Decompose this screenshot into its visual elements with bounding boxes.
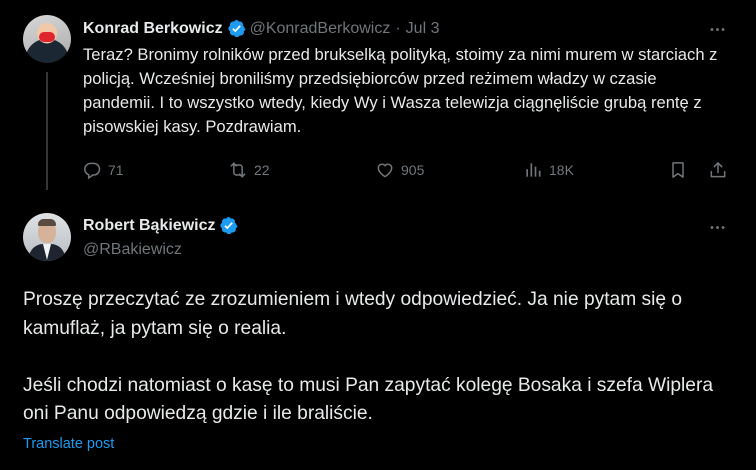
tweet-header: Robert Bąkiewicz (83, 216, 238, 235)
verified-badge-icon[interactable] (227, 19, 246, 38)
repost-count: 22 (254, 162, 270, 178)
more-options-icon[interactable] (705, 17, 729, 41)
share-icon (710, 162, 726, 178)
like-button[interactable]: 905 (375, 160, 424, 180)
reply-icon (84, 162, 101, 180)
tweet-text: Teraz? Bronimy rolników przed brukselką … (83, 45, 718, 136)
author-name[interactable]: Robert Bąkiewicz (83, 217, 215, 235)
translate-post-link[interactable]: Translate post (23, 436, 114, 452)
header-separator: · (395, 19, 401, 37)
reply-count: 71 (108, 162, 124, 178)
more-options-icon[interactable] (705, 215, 729, 239)
author-avatar[interactable] (23, 15, 71, 63)
tweet-text: Proszę przeczytać ze zrozumieniem i wted… (23, 286, 738, 429)
avatar-hair (38, 219, 56, 226)
bookmark-icon (672, 162, 684, 178)
author-name[interactable]: Konrad Berkowicz (83, 20, 223, 38)
tweet-paragraph-1: Proszę przeczytać ze zrozumieniem i wted… (23, 289, 683, 339)
author-handle[interactable]: @RBakiewicz (83, 241, 182, 259)
views-chart-icon (526, 163, 541, 177)
bookmark-button[interactable] (668, 160, 688, 180)
parent-tweet[interactable]: Konrad Berkowicz @KonradBerkowicz · Jul … (0, 0, 756, 200)
heart-icon (377, 163, 393, 178)
avatar-red-mark (39, 32, 55, 42)
tweet-paragraph-2: Jeśli chodzi natomiast o kasę to musi Pa… (23, 374, 714, 425)
tweet-header: Konrad Berkowicz @KonradBerkowicz · Jul … (83, 19, 439, 38)
views-button[interactable]: 18K (523, 160, 574, 180)
tweet-actions-bar: 71 22 905 18K (80, 160, 730, 184)
repost-button[interactable]: 22 (228, 160, 270, 180)
reply-button[interactable]: 71 (82, 160, 124, 180)
views-count: 18K (549, 162, 574, 178)
thread-connector-line (46, 72, 48, 190)
verified-badge-icon[interactable] (219, 216, 238, 235)
like-count: 905 (401, 162, 425, 178)
share-button[interactable] (708, 160, 728, 180)
tweet-date[interactable]: Jul 3 (406, 20, 440, 38)
repost-icon (230, 162, 246, 178)
author-handle[interactable]: @KonradBerkowicz (250, 20, 391, 38)
author-avatar[interactable] (23, 213, 71, 261)
